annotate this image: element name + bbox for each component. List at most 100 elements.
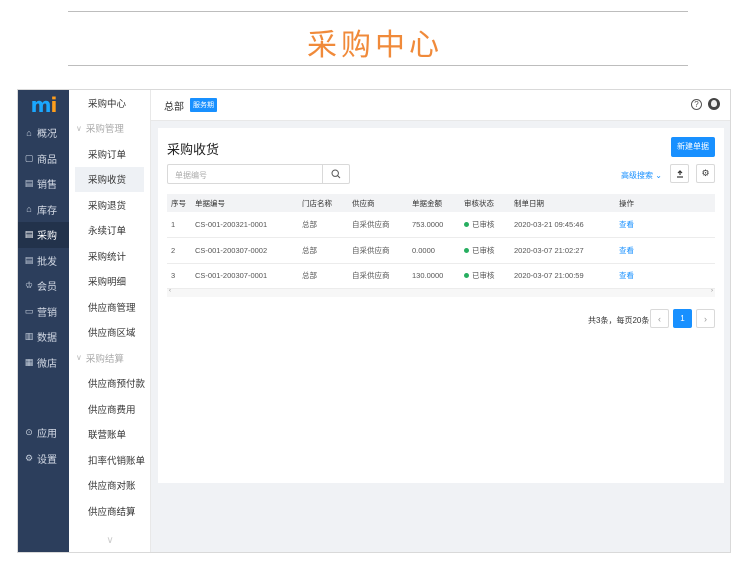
sidebar-item-label: 会员 (37, 282, 57, 294)
store-icon: ▦ (24, 356, 34, 367)
subnav-group-label: 采购结算 (85, 353, 124, 365)
search-icon (331, 169, 341, 179)
status-cell: 已审核 (460, 263, 510, 289)
status-dot (464, 247, 469, 253)
app-logo[interactable]: mi (18, 90, 69, 120)
advanced-search-link[interactable]: 高级搜索 ⌄ (621, 170, 662, 181)
table-cell: 753.0000 (408, 212, 460, 238)
avatar[interactable] (708, 98, 720, 110)
horizontal-scrollbar[interactable]: ‹ › (167, 288, 715, 297)
main-sidebar: mi ⌂ 概况 ▢ 商品 ▤ 销售 ⌂ 库存 ▤ 采购 ▤ 批发 ♔ 会员 ▭ 营销 ▥ 数据 ▦ 微店 ⊙ 应用 ⚙ 设置 (18, 90, 69, 552)
column-header: 审核状态 (460, 194, 510, 212)
table-cell: 总部 (298, 212, 348, 238)
column-header: 序号 (167, 194, 191, 212)
subnav-item-7[interactable]: 供应商区域 (69, 320, 150, 346)
sidebar-item-8[interactable]: ▥ 数据 (18, 324, 69, 350)
member-icon: ♔ (24, 280, 34, 291)
table-cell: 2 (167, 237, 191, 264)
subnav-item-1[interactable]: 采购收货 (75, 166, 144, 192)
sidebar-item-label: 应用 (37, 429, 57, 441)
subnav-item-3[interactable]: 永续订单 (69, 218, 150, 244)
sidebar-item-6[interactable]: ♔ 会员 (18, 273, 69, 299)
column-header: 制单日期 (510, 194, 615, 212)
table-cell: CS-001-200307-0001 (191, 263, 298, 289)
table-cell: 总部 (298, 263, 348, 289)
subnav-item-2[interactable]: 采购退货 (69, 192, 150, 218)
subnav-settle-item-1[interactable]: 供应商费用 (69, 396, 150, 422)
status-text: 已审核 (472, 271, 495, 281)
sidebar-item-label: 设置 (37, 454, 57, 466)
subnav-item-top[interactable]: 采购中心 (69, 90, 150, 116)
export-icon (676, 169, 683, 178)
service-badge[interactable]: 服务期 (190, 98, 217, 112)
new-document-button[interactable]: 新建单据 (671, 137, 715, 157)
export-button[interactable] (670, 164, 689, 183)
subnav-item-5[interactable]: 采购明细 (69, 269, 150, 295)
search-button[interactable] (322, 165, 349, 183)
sidebar-item-7[interactable]: ▭ 营销 (18, 299, 69, 325)
status-text: 已审核 (472, 220, 495, 229)
sidebar-item-label: 销售 (37, 180, 57, 192)
scroll-right-icon[interactable]: › (711, 288, 713, 294)
next-page-button[interactable]: › (696, 309, 715, 328)
help-icon[interactable]: ? (691, 99, 702, 110)
sidebar-item-9[interactable]: ▦ 微店 (18, 350, 69, 376)
sidebar-item-label: 概况 (37, 129, 57, 141)
sidebar-item-label: 库存 (37, 205, 57, 217)
sidebar-bottom-item-0[interactable]: ⊙ 应用 (18, 420, 69, 446)
main-nav-bottom: ⊙ 应用 ⚙ 设置 (18, 420, 69, 471)
table-cell: 3 (167, 263, 191, 289)
org-name[interactable]: 总部 (164, 98, 184, 113)
subnav-group-settlement[interactable]: ∨ 采购结算 (69, 345, 150, 371)
status-cell: 已审核 (460, 237, 510, 264)
settings-button[interactable]: ⚙ (696, 164, 715, 183)
table-row: 3 CS-001-200307-0001 总部 自采供应商 130.0000 已审核 202… (167, 263, 715, 289)
subnav-item-4[interactable]: 采购统计 (69, 243, 150, 269)
table-cell: 130.0000 (408, 263, 460, 289)
subnav-settle-item-4[interactable]: 供应商对账 (69, 473, 150, 499)
sidebar-item-3[interactable]: ⌂ 库存 (18, 197, 69, 223)
subnav-group-purchase[interactable]: ∨ 采购管理 (69, 116, 150, 142)
sub-sidebar: 采购中心 ∨ 采购管理 采购订单 采购收货 采购退货 永续订单 采购统计 采购明细 供应商管理 供应… (69, 90, 151, 552)
wholesale-icon: ▤ (24, 254, 34, 265)
column-header: 供应商 (348, 194, 408, 212)
chevron-down-icon[interactable]: ∨ (69, 535, 151, 546)
sidebar-item-label: 批发 (37, 256, 57, 268)
banner-bottom-rule (68, 65, 688, 66)
table-cell: 自采供应商 (348, 212, 408, 238)
sidebar-item-2[interactable]: ▤ 销售 (18, 171, 69, 197)
sidebar-item-0[interactable]: ⌂ 概况 (18, 120, 69, 146)
sidebar-item-5[interactable]: ▤ 批发 (18, 248, 69, 274)
view-link[interactable]: 查看 (615, 237, 715, 264)
column-header: 单据金额 (408, 194, 460, 212)
top-bar: 总部 服务期 ? (151, 90, 730, 121)
table-cell: CS-001-200321-0001 (191, 212, 298, 238)
sidebar-item-1[interactable]: ▢ 商品 (18, 146, 69, 172)
subnav-settle-item-0[interactable]: 供应商预付款 (69, 371, 150, 397)
sidebar-item-label: 微店 (37, 358, 57, 370)
sidebar-item-label: 数据 (37, 333, 57, 345)
subnav-item-0[interactable]: 采购订单 (69, 141, 150, 167)
view-link[interactable]: 查看 (615, 263, 715, 289)
table-body: 1 CS-001-200321-0001 总部 自采供应商 753.0000 已审核 202… (167, 212, 715, 289)
table-cell: 1 (167, 212, 191, 238)
subnav-group-label: 采购管理 (85, 124, 124, 136)
sidebar-item-4[interactable]: ▤ 采购 (18, 222, 69, 248)
subnav-item-6[interactable]: 供应商管理 (69, 294, 150, 320)
scroll-left-icon[interactable]: ‹ (169, 288, 171, 294)
page-button-current[interactable]: 1 (673, 309, 692, 328)
settings-icon: ⚙ (24, 452, 34, 463)
subnav-settle-item-3[interactable]: 扣率代销账单 (69, 447, 150, 473)
column-header: 门店名称 (298, 194, 348, 212)
sidebar-bottom-item-1[interactable]: ⚙ 设置 (18, 446, 69, 472)
prev-page-button[interactable]: ‹ (650, 309, 669, 328)
subnav-settle-item-2[interactable]: 联营账单 (69, 422, 150, 448)
table-row: 1 CS-001-200321-0001 总部 自采供应商 753.0000 已审核 202… (167, 212, 715, 238)
column-header: 操作 (615, 194, 715, 212)
subnav-settle-item-5[interactable]: 供应商结算 (69, 498, 150, 524)
app-window: mi ⌂ 概况 ▢ 商品 ▤ 销售 ⌂ 库存 ▤ 采购 ▤ 批发 ♔ 会员 ▭ 营销 ▥ 数据 ▦ 微店 ⊙ 应用 ⚙ 设置… (17, 89, 731, 553)
sidebar-item-label: 商品 (37, 154, 57, 166)
view-link[interactable]: 查看 (615, 212, 715, 238)
table-cell: 自采供应商 (348, 237, 408, 264)
search-input[interactable] (168, 166, 323, 185)
